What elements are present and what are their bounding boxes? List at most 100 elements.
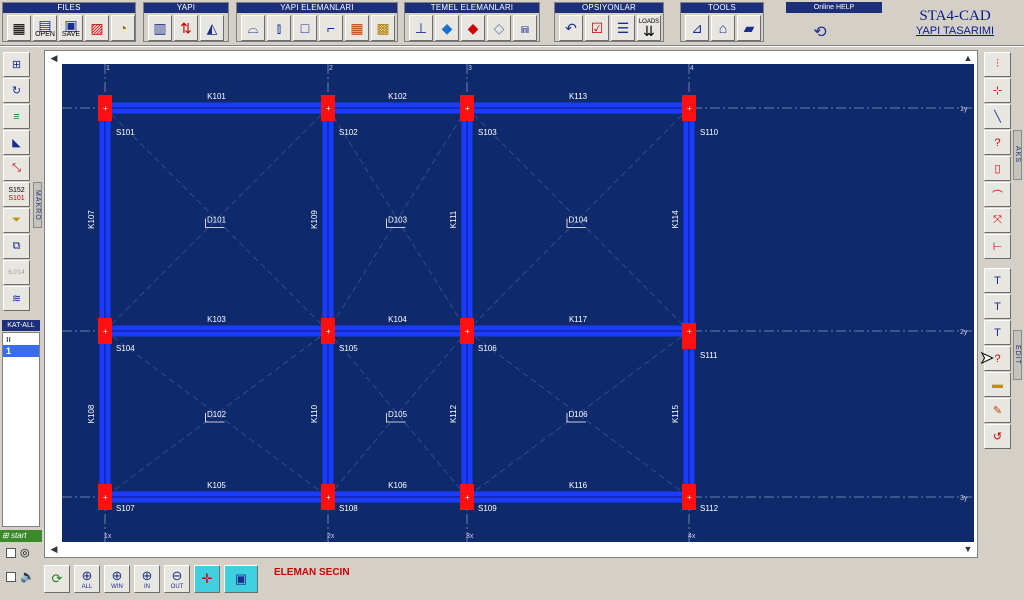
- axis-tool-2-button[interactable]: ⊹: [984, 78, 1011, 103]
- pile-button[interactable]: ◆: [461, 15, 485, 41]
- snap-button[interactable]: ✛: [194, 565, 220, 593]
- column-marker: +: [465, 104, 470, 113]
- axis-tool-7-button[interactable]: ⤧: [984, 208, 1011, 233]
- scroll-left-icon[interactable]: ◀: [48, 52, 60, 64]
- column-label: S102: [339, 128, 358, 137]
- filter-button[interactable]: ⏷: [3, 208, 30, 233]
- edit-tool-1-button[interactable]: T: [984, 268, 1011, 293]
- grid-tool-button[interactable]: ⌂: [711, 15, 735, 41]
- zoom-in-button[interactable]: ⊕ IN: [134, 565, 160, 593]
- axis-tool-6-button[interactable]: ⌒: [984, 182, 1011, 207]
- beam-button[interactable]: ⌓: [241, 15, 265, 41]
- filter-icon: ⏷: [12, 214, 21, 226]
- beam-label: K104: [388, 315, 407, 324]
- raft-button[interactable]: ◇: [487, 15, 511, 41]
- makro-tab[interactable]: MAKRO: [33, 182, 42, 228]
- crosshair-icon: ✛: [201, 571, 213, 586]
- tray-checkbox-1[interactable]: [6, 548, 16, 558]
- floor-plan[interactable]: 1234AB0++++++++++++K101K102K113K103K104K…: [51, 64, 974, 542]
- eraser-button[interactable]: ✎: [984, 398, 1011, 423]
- zoom-window-button[interactable]: ⊕ WIN: [104, 565, 130, 593]
- stair-icon: ⌐: [326, 20, 336, 36]
- drawing-area[interactable]: 1234AB0++++++++++++K101K102K113K103K104K…: [51, 64, 974, 542]
- columns-button[interactable]: ⇅: [174, 15, 198, 41]
- level-button[interactable]: ≡: [3, 104, 30, 129]
- axis-move-icon: ⤧: [993, 214, 1002, 226]
- dimension-button[interactable]: ⤡: [3, 156, 30, 181]
- edit-tool-2-button[interactable]: T: [984, 294, 1011, 319]
- edit-tab[interactable]: EDIT: [1013, 330, 1022, 380]
- kat-all-button[interactable]: KAT-ALL: [2, 320, 40, 331]
- online-help-link[interactable]: Online HELP: [786, 2, 882, 13]
- beam-label: K106: [388, 481, 407, 490]
- frame-button[interactable]: ◭: [200, 15, 224, 41]
- footing-icon: ⊥: [414, 20, 428, 36]
- check-button[interactable]: ☑: [585, 15, 609, 41]
- clock-button[interactable]: ◔: [111, 15, 135, 41]
- section-button[interactable]: ◣: [3, 130, 30, 155]
- dimension-tool-button[interactable]: ▬: [984, 372, 1011, 397]
- edit-tool-3-button[interactable]: T: [984, 320, 1011, 345]
- footing-button[interactable]: ⊥: [409, 15, 433, 41]
- axis-tool-8-button[interactable]: ⊢: [984, 234, 1011, 259]
- text-pick-icon: T: [994, 326, 1001, 339]
- new-file-button[interactable]: ▦: [7, 15, 31, 41]
- axis-tool-3-button[interactable]: ╲: [984, 104, 1011, 129]
- library-button[interactable]: ▰: [737, 15, 761, 41]
- slab-button[interactable]: □: [293, 15, 317, 41]
- mat-button[interactable]: ◆: [435, 15, 459, 41]
- undo-button[interactable]: ↶: [559, 15, 583, 41]
- floor-item[interactable]: ıı: [3, 333, 39, 345]
- loads-button[interactable]: LOADS ⇊: [637, 15, 661, 41]
- wall-button[interactable]: ▦: [345, 15, 369, 41]
- redraw-button[interactable]: ⟳: [44, 565, 70, 593]
- measure-button[interactable]: ⊿: [685, 15, 709, 41]
- print-icon: ▨: [90, 20, 104, 36]
- view-button[interactable]: ▣: [224, 565, 258, 593]
- raft-icon: ◇: [493, 20, 505, 36]
- open-button[interactable]: ▤ OPEN: [33, 15, 57, 41]
- building-button[interactable]: ▥: [148, 15, 172, 41]
- zoom-out-button[interactable]: ⊖ OUT: [164, 565, 190, 593]
- save-button[interactable]: ▣ SAVE: [59, 15, 83, 41]
- ruler-icon: ▬: [992, 378, 1003, 391]
- zoom-all-button[interactable]: ⊕ ALL: [74, 565, 100, 593]
- disabled-button[interactable]: 6.0'14: [3, 260, 30, 285]
- column-icon: ⫾: [276, 20, 282, 36]
- refresh-drawing-button[interactable]: ↺: [984, 424, 1011, 449]
- print-button[interactable]: ▨: [85, 15, 109, 41]
- zoom-out-label: OUT: [170, 584, 184, 590]
- foundation-beam-button[interactable]: ⩎: [513, 15, 537, 41]
- rotate-button[interactable]: ↻: [3, 78, 30, 103]
- floor-item-selected[interactable]: 1: [3, 345, 39, 357]
- column-button[interactable]: ⫾: [267, 15, 291, 41]
- plan-view-button[interactable]: ⊞: [3, 52, 30, 77]
- axis-tool-5-button[interactable]: ▯: [984, 156, 1011, 181]
- column-label: S112: [700, 504, 719, 513]
- scroll-left-bottom-icon[interactable]: ◀: [48, 543, 60, 555]
- columns-icon: ⇅: [180, 20, 192, 36]
- column-marker: +: [326, 327, 331, 336]
- refresh-icon[interactable]: ⟲: [810, 22, 830, 42]
- rename-button[interactable]: S152 S101: [3, 182, 30, 207]
- axis-tool-4-button[interactable]: ?: [984, 130, 1011, 155]
- axis-query-icon: ?: [994, 136, 1001, 149]
- slab-label: D106: [568, 410, 588, 419]
- copy-button[interactable]: ⧉: [3, 234, 30, 259]
- mouse-cursor-icon: ➤: [979, 350, 994, 368]
- panel-button[interactable]: ▩: [371, 15, 395, 41]
- scroll-up-icon[interactable]: ▲: [962, 52, 974, 64]
- stair-button[interactable]: ⌐: [319, 15, 343, 41]
- tray-checkbox-2[interactable]: [6, 572, 16, 582]
- start-button[interactable]: ⊞ start: [0, 530, 42, 542]
- aks-tab[interactable]: AKS: [1013, 130, 1022, 180]
- axis-label-top: 2: [329, 65, 333, 72]
- scroll-down-icon[interactable]: ▼: [962, 543, 974, 555]
- floor-list[interactable]: ıı 1: [2, 332, 40, 527]
- axis-tool-1-button[interactable]: ⫶: [984, 52, 1011, 77]
- spring-button[interactable]: ≋: [3, 286, 30, 311]
- diagonal-icon: ╲: [994, 111, 1001, 123]
- axis-label-bottom: 2x: [327, 533, 335, 540]
- list-button[interactable]: ☰: [611, 15, 635, 41]
- red-diamond-icon: ◆: [467, 20, 479, 36]
